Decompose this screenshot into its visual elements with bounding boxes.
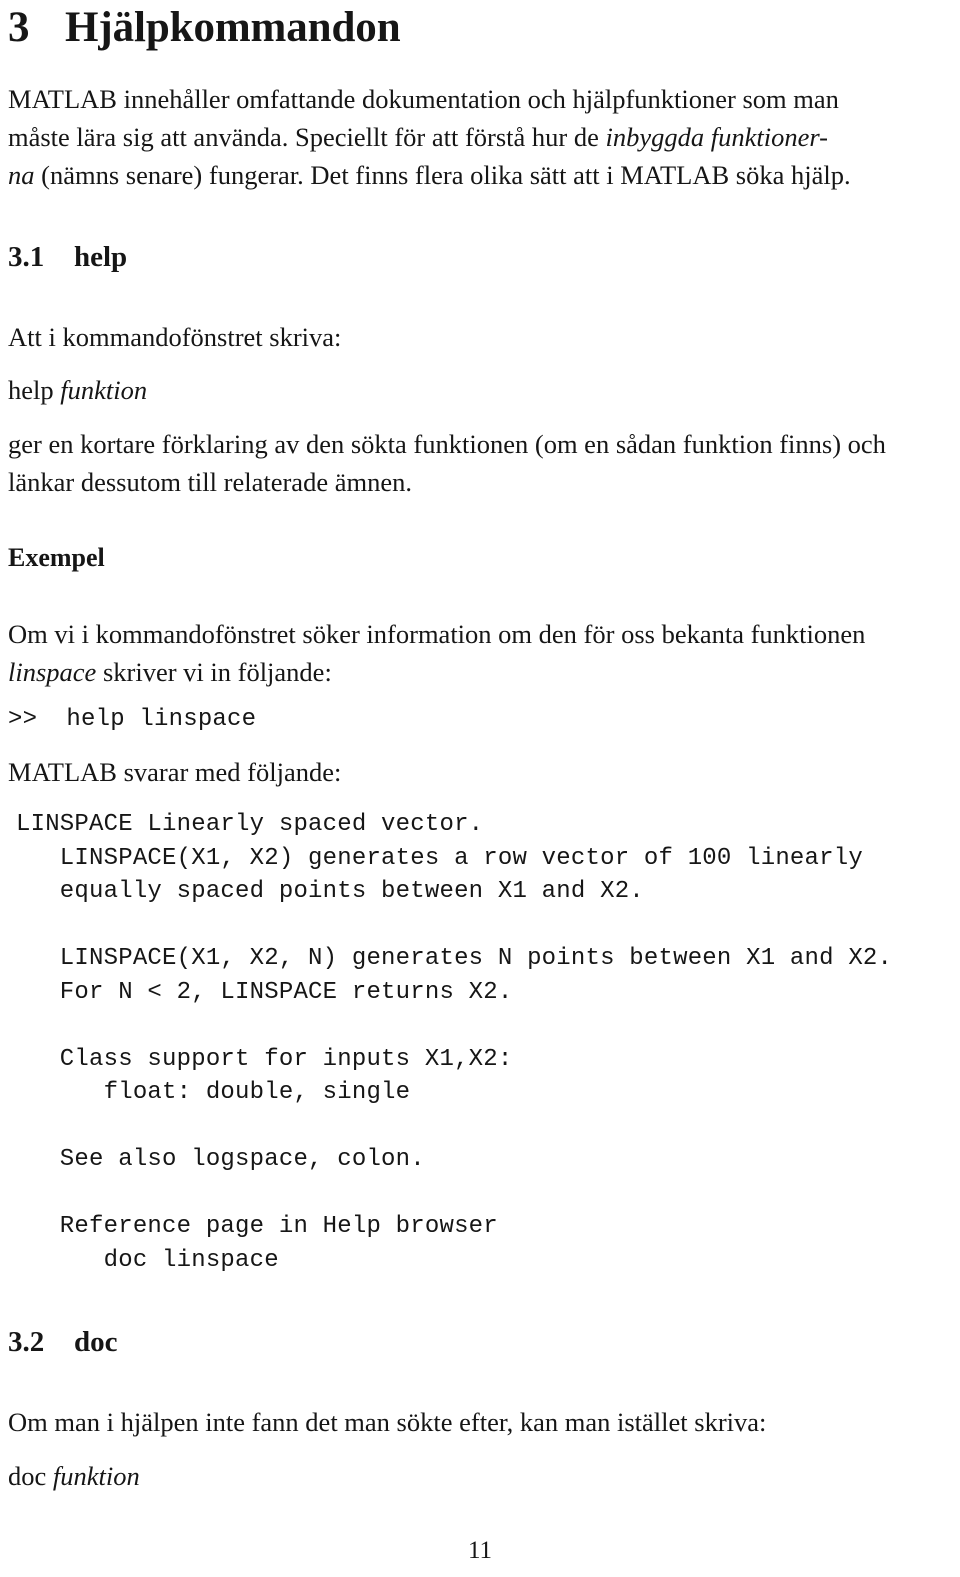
intro-line-1: MATLAB innehåller omfattande dokumentati… — [8, 84, 839, 114]
example-heading: Exempel — [8, 543, 105, 572]
subsection-number-3-2: 3.2 — [8, 1326, 45, 1358]
subsection-heading-3-2: 3.2 doc — [8, 1328, 118, 1357]
example-intro-line-2-text: skriver vi in följande: — [96, 657, 332, 687]
subsection-title-3-1: help — [74, 241, 128, 273]
matlab-response-intro: MATLAB svarar med följande: — [8, 757, 342, 787]
subsection-heading-3-1: 3.1 help — [8, 243, 127, 272]
intro-line-2-text: måste lära sig att använda. Speciellt fö… — [8, 122, 606, 152]
example-intro-function-name: linspace — [8, 657, 97, 687]
doc-syntax-argument: funktion — [52, 1461, 140, 1491]
intro-line-3-text: (nämns senare) fungerar. Det finns flera… — [34, 160, 851, 190]
example-intro-line-1: Om vi i kommandofönstret söker informati… — [8, 619, 866, 649]
help-syntax-line: help funktion — [8, 371, 952, 409]
example-intro-line-2: linspace skriver vi in följande: — [8, 653, 952, 691]
intro-line-3: na (nämns senare) fungerar. Det finns fl… — [8, 156, 952, 194]
intro-paragraph: MATLAB innehåller omfattande dokumentati… — [8, 80, 952, 194]
subsection-number-3-1: 3.1 — [8, 241, 45, 273]
help-description-line-2: länkar dessutom till relaterade ämnen. — [8, 467, 412, 497]
doc-syntax-command: doc — [8, 1461, 53, 1491]
matlab-prompt-command: >> help linspace — [8, 706, 257, 733]
doc-intro-text: Om man i hjälpen inte fann det man sökte… — [8, 1407, 767, 1437]
help-description-paragraph: ger en kortare förklaring av den sökta f… — [8, 425, 952, 501]
section-number: 3 — [8, 4, 30, 51]
page-number: 11 — [467, 1537, 493, 1564]
document-page: 3 Hjälpkommandon MATLAB innehåller omfatt… — [0, 0, 960, 1577]
example-intro-paragraph: Om vi i kommandofönstret söker informati… — [8, 615, 952, 691]
section-heading-3: 3 Hjälpkommandon — [8, 4, 401, 49]
help-intro-text: Att i kommandofönstret skriva: — [8, 322, 342, 352]
subsection-title-3-2: doc — [74, 1326, 118, 1358]
help-syntax-command: help — [8, 375, 61, 405]
section-title: Hjälpkommandon — [65, 4, 401, 51]
doc-syntax-line: doc funktion — [8, 1457, 952, 1495]
intro-line-3-emphasis: na — [8, 160, 35, 190]
help-syntax-argument: funktion — [60, 375, 148, 405]
matlab-help-output-block: LINSPACE Linearly spaced vector. LINSPAC… — [16, 811, 893, 1274]
intro-line-2-emphasis: inbyggda funktioner- — [605, 122, 828, 152]
help-description-line-1: ger en kortare förklaring av den sökta f… — [8, 429, 886, 459]
intro-line-2: måste lära sig att använda. Speciellt fö… — [8, 118, 952, 156]
